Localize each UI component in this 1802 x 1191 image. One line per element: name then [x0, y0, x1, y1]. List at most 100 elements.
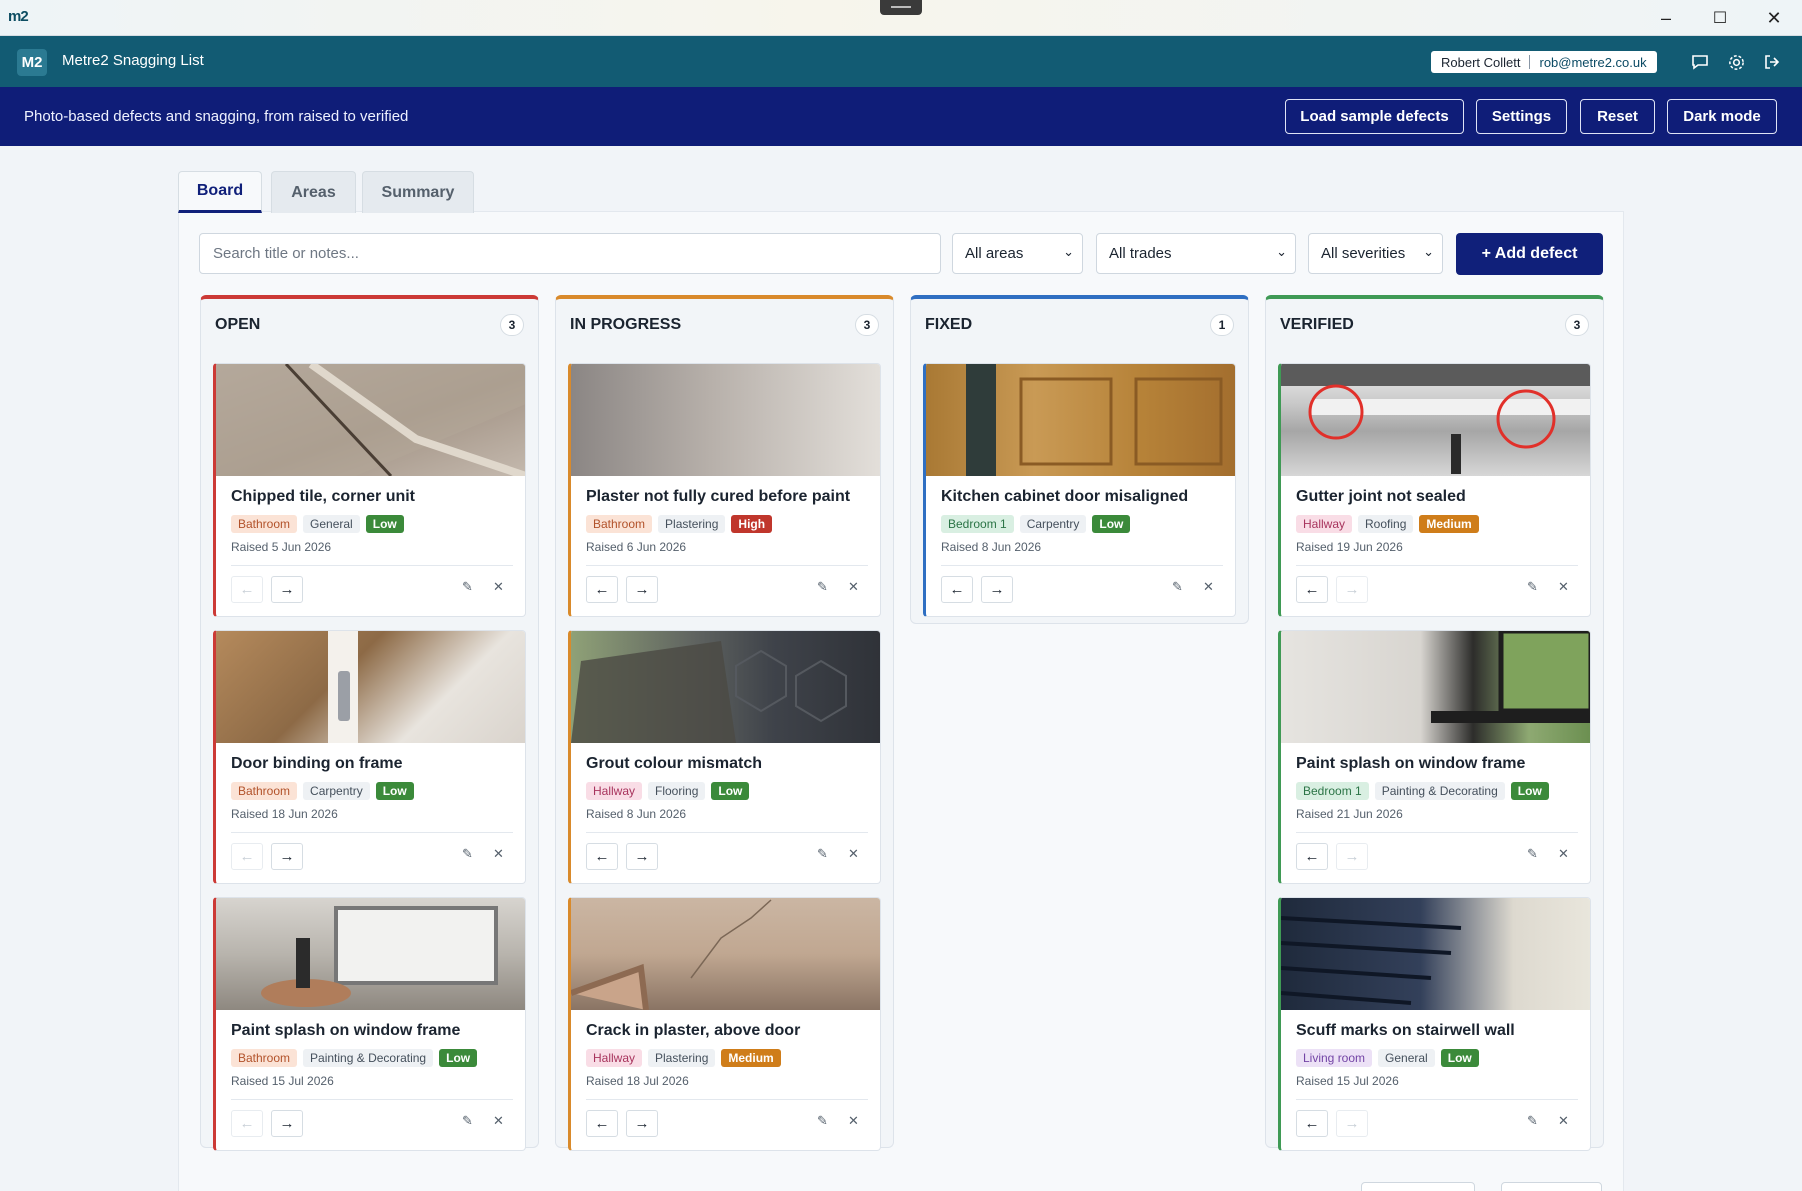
column-title: FIXED	[925, 316, 973, 333]
edit-pencil-icon[interactable]: ✎	[817, 846, 828, 862]
edit-pencil-icon[interactable]: ✎	[462, 579, 473, 595]
window-drag-handle[interactable]	[880, 0, 922, 15]
defect-photo[interactable]	[1281, 898, 1590, 1010]
edit-pencil-icon[interactable]: ✎	[1172, 579, 1183, 595]
column-title: VERIFIED	[1280, 316, 1354, 333]
tab-summary[interactable]: Summary	[362, 171, 474, 213]
move-left-button[interactable]: ←	[586, 843, 618, 870]
arrow-right-icon: →	[279, 581, 295, 598]
delete-x-icon[interactable]: ✕	[1203, 579, 1214, 595]
move-right-button[interactable]: →	[626, 1110, 658, 1137]
move-left-button[interactable]: ←	[1296, 1110, 1328, 1137]
area-filter-select[interactable]: All areas ⌄	[952, 233, 1083, 274]
defect-card[interactable]: Chipped tile, corner unit Bathroom General…	[213, 363, 526, 617]
trade-filter-select[interactable]: All trades ⌄	[1096, 233, 1296, 274]
settings-button[interactable]: Settings	[1476, 99, 1567, 134]
defect-photo[interactable]	[216, 898, 525, 1010]
move-right-button[interactable]: →	[981, 576, 1013, 603]
defect-photo[interactable]	[571, 364, 880, 476]
search-input[interactable]	[199, 233, 941, 274]
defect-photo[interactable]	[571, 631, 880, 743]
column-header: FIXED 1	[911, 299, 1248, 347]
move-right-button[interactable]: →	[1336, 843, 1368, 870]
defect-card[interactable]: Paint splash on window frame Bathroom Pain…	[213, 897, 526, 1151]
move-right-button[interactable]: →	[626, 576, 658, 603]
move-left-button[interactable]: ←	[586, 1110, 618, 1137]
tab-board[interactable]: Board	[178, 171, 262, 213]
messages-icon[interactable]	[1689, 51, 1711, 73]
move-right-button[interactable]: →	[271, 843, 303, 870]
defect-card[interactable]: Gutter joint not sealed Hallway Roofing Med…	[1278, 363, 1591, 617]
defect-photo[interactable]	[216, 631, 525, 743]
arrow-right-icon: →	[1344, 848, 1360, 865]
tab-areas[interactable]: Areas	[271, 171, 356, 213]
severity-filter-select[interactable]: All severities ⌄	[1308, 233, 1443, 274]
load-sample-defects-button[interactable]: Load sample defects	[1285, 99, 1464, 134]
pager-prev-button[interactable]	[1361, 1182, 1475, 1191]
settings-gear-icon[interactable]	[1725, 51, 1747, 73]
column-count-badge: 3	[1565, 314, 1589, 336]
move-left-button[interactable]: ←	[231, 1110, 263, 1137]
delete-x-icon[interactable]: ✕	[1558, 1113, 1569, 1129]
edit-pencil-icon[interactable]: ✎	[462, 846, 473, 862]
delete-x-icon[interactable]: ✕	[1558, 579, 1569, 595]
move-left-button[interactable]: ←	[231, 576, 263, 603]
raised-date: Raised 5 Jun 2026	[231, 540, 332, 554]
move-left-button[interactable]: ←	[586, 576, 618, 603]
edit-pencil-icon[interactable]: ✎	[817, 1113, 828, 1129]
move-left-button[interactable]: ←	[231, 843, 263, 870]
edit-pencil-icon[interactable]: ✎	[817, 579, 828, 595]
defect-tags: Living room General Low	[1296, 1049, 1479, 1067]
edit-pencil-icon[interactable]: ✎	[1527, 579, 1538, 595]
close-window-button[interactable]: ✕	[1748, 0, 1800, 36]
defect-card[interactable]: Crack in plaster, above door Hallway Plast…	[568, 897, 881, 1151]
delete-x-icon[interactable]: ✕	[493, 1113, 504, 1129]
defect-card[interactable]: Paint splash on window frame Bedroom 1 Pai…	[1278, 630, 1591, 884]
defect-card[interactable]: Plaster not fully cured before paint Bath…	[568, 363, 881, 617]
move-left-button[interactable]: ←	[1296, 843, 1328, 870]
move-left-button[interactable]: ←	[1296, 576, 1328, 603]
severity-badge: High	[731, 515, 773, 533]
defect-card[interactable]: Kitchen cabinet door misaligned Bedroom 1…	[923, 363, 1236, 617]
app-title: Metre2 Snagging List	[62, 52, 204, 69]
delete-x-icon[interactable]: ✕	[848, 1113, 859, 1129]
edit-pencil-icon[interactable]: ✎	[1527, 846, 1538, 862]
defect-card[interactable]: Grout colour mismatch Hallway Flooring Low R…	[568, 630, 881, 884]
user-pill[interactable]: Robert Collett rob@metre2.co.uk	[1431, 51, 1657, 73]
delete-x-icon[interactable]: ✕	[1558, 846, 1569, 862]
move-right-button[interactable]: →	[1336, 1110, 1368, 1137]
defect-card[interactable]: Scuff marks on stairwell wall Living room…	[1278, 897, 1591, 1151]
severity-badge: Medium	[1419, 515, 1479, 533]
move-right-button[interactable]: →	[1336, 576, 1368, 603]
minimize-button[interactable]: –	[1640, 0, 1692, 36]
column-title: OPEN	[215, 316, 261, 333]
defect-photo[interactable]	[926, 364, 1235, 476]
delete-x-icon[interactable]: ✕	[493, 846, 504, 862]
defect-tags: Bathroom Painting & Decorating Low	[231, 1049, 478, 1067]
defect-photo[interactable]	[216, 364, 525, 480]
defect-tags: Hallway Flooring Low	[586, 782, 750, 800]
logout-icon[interactable]	[1761, 51, 1783, 73]
maximize-button[interactable]: ☐	[1694, 0, 1746, 36]
reset-button[interactable]: Reset	[1580, 99, 1655, 134]
defect-card[interactable]: Door binding on frame Bathroom Carpentry Lo…	[213, 630, 526, 884]
dark-mode-button[interactable]: Dark mode	[1667, 99, 1777, 134]
pager-next-button[interactable]	[1501, 1182, 1602, 1191]
defect-title: Door binding on frame	[231, 755, 403, 772]
user-name: Robert Collett	[1441, 54, 1521, 70]
arrow-left-icon: ←	[949, 581, 965, 598]
edit-pencil-icon[interactable]: ✎	[462, 1113, 473, 1129]
move-right-button[interactable]: →	[626, 843, 658, 870]
delete-x-icon[interactable]: ✕	[848, 579, 859, 595]
add-defect-button[interactable]: + Add defect	[1456, 233, 1603, 275]
delete-x-icon[interactable]: ✕	[848, 846, 859, 862]
defect-photo[interactable]	[1281, 364, 1590, 476]
arrow-right-icon: →	[989, 581, 1005, 598]
delete-x-icon[interactable]: ✕	[493, 579, 504, 595]
defect-photo[interactable]	[571, 898, 880, 1011]
move-right-button[interactable]: →	[271, 1110, 303, 1137]
edit-pencil-icon[interactable]: ✎	[1527, 1113, 1538, 1129]
move-right-button[interactable]: →	[271, 576, 303, 603]
defect-photo[interactable]	[1281, 631, 1590, 743]
move-left-button[interactable]: ←	[941, 576, 973, 603]
